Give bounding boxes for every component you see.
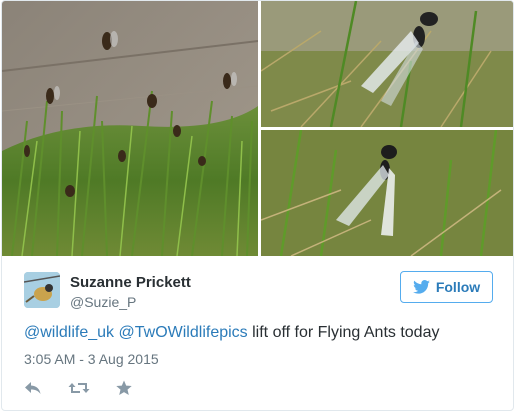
- tweet-photo-1[interactable]: [2, 1, 258, 256]
- retweet-icon[interactable]: [68, 379, 90, 397]
- mention-link-1[interactable]: @wildlife_uk: [24, 324, 114, 341]
- avatar[interactable]: [24, 272, 60, 308]
- tweet-text: @wildlife_uk @TwOWildlifepics lift off f…: [24, 324, 439, 342]
- follow-button-label: Follow: [435, 279, 481, 295]
- photo-grid: [2, 1, 513, 256]
- tweet-timestamp[interactable]: 3:05 AM - 3 Aug 2015: [24, 351, 159, 367]
- reply-icon[interactable]: [24, 379, 42, 397]
- bird-avatar-icon: [24, 272, 60, 308]
- tweet-body: lift off for Flying Ants today: [252, 324, 440, 341]
- tweet-card: Suzanne Prickett @Suzie_P Follow @wildli…: [1, 0, 514, 411]
- tweet-photo-3[interactable]: [261, 130, 513, 256]
- follow-button[interactable]: Follow: [400, 271, 493, 303]
- favorite-icon[interactable]: [115, 379, 133, 397]
- twitter-bird-icon: [412, 280, 430, 294]
- tweet-photo-2[interactable]: [261, 1, 513, 127]
- mention-link-2[interactable]: @TwOWildlifepics: [119, 324, 248, 341]
- author-handle[interactable]: @Suzie_P: [70, 294, 136, 310]
- author-display-name[interactable]: Suzanne Prickett: [70, 274, 191, 291]
